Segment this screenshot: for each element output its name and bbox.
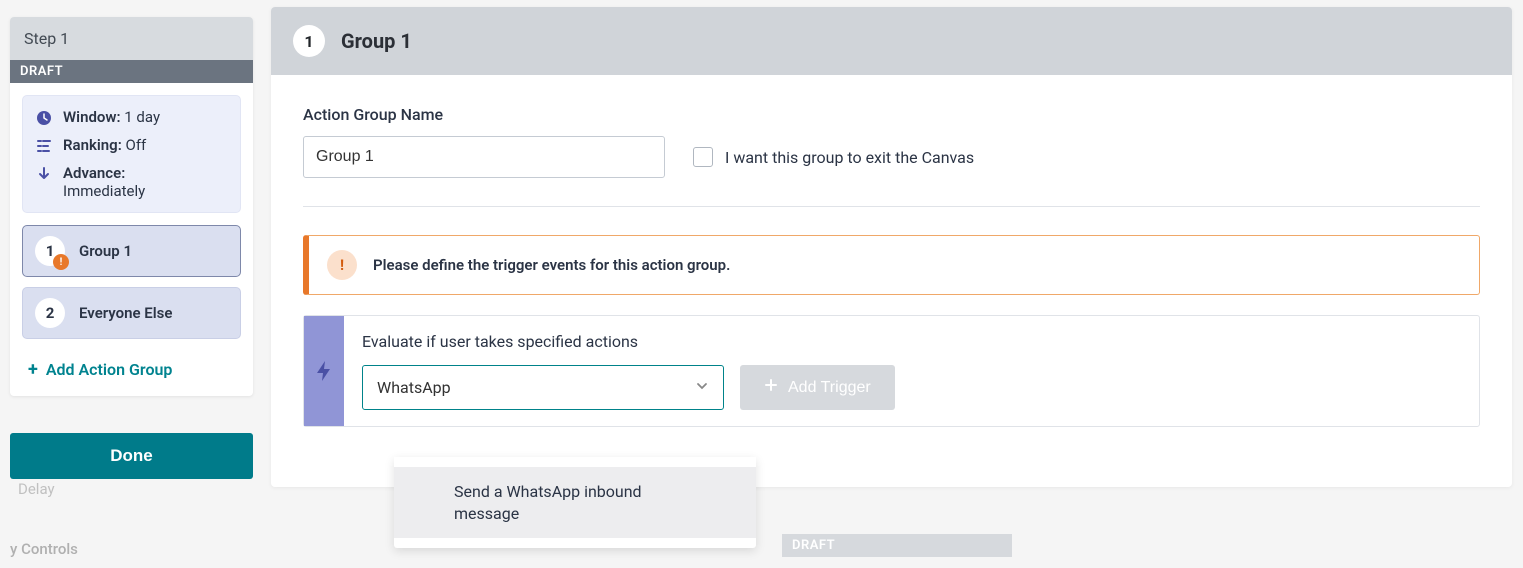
window-row: Window: 1 day: [35, 108, 228, 126]
advance-row: Advance:Immediately: [35, 164, 228, 200]
done-button[interactable]: Done: [10, 433, 253, 479]
group-badge: 2: [35, 298, 65, 328]
trigger-select[interactable]: WhatsApp: [362, 365, 724, 410]
group-label: Everyone Else: [79, 304, 172, 322]
exit-canvas-checkbox-wrap[interactable]: I want this group to exit the Canvas: [693, 147, 974, 167]
background-controls-text: y Controls: [10, 540, 78, 558]
step-header[interactable]: Step 1: [10, 17, 253, 60]
group-badge: 1 !: [35, 236, 65, 266]
warning-text: Please define the trigger events for thi…: [373, 256, 730, 274]
plus-icon: [764, 378, 778, 397]
action-group-name-label: Action Group Name: [303, 105, 1480, 124]
main-header: 1 Group 1: [271, 7, 1512, 75]
ranking-row: Ranking: Off: [35, 136, 228, 154]
trigger-dropdown: Send a WhatsApp inbound message: [394, 457, 756, 548]
bottom-draft-badge: DRAFT: [782, 534, 1012, 557]
warning-bar: ! Please define the trigger events for t…: [303, 235, 1480, 295]
action-group-name-input[interactable]: [303, 136, 665, 178]
group-item-2[interactable]: 2 Everyone Else: [22, 287, 241, 339]
background-delay-text: Delay: [18, 480, 55, 498]
warning-icon: !: [327, 250, 357, 280]
dropdown-option[interactable]: Send a WhatsApp inbound message: [394, 467, 756, 538]
group-item-1[interactable]: 1 ! Group 1: [22, 225, 241, 277]
exit-canvas-label: I want this group to exit the Canvas: [725, 148, 974, 167]
step-info-card: Window: 1 day Ranking: Off Advance:Immed…: [22, 95, 241, 213]
trigger-side-bar: [304, 316, 344, 426]
trigger-box: Evaluate if user takes specified actions…: [303, 315, 1480, 427]
main-panel: 1 Group 1 Action Group Name I want this …: [271, 7, 1512, 487]
step-sidebar: Step 1 DRAFT Window: 1 day Ranking: Off …: [10, 17, 253, 396]
add-action-group-button[interactable]: + Add Action Group: [10, 349, 253, 396]
clock-icon: [35, 110, 53, 126]
divider: [303, 206, 1480, 207]
chevron-down-icon: [695, 378, 709, 397]
header-title: Group 1: [341, 29, 412, 53]
alert-icon: !: [53, 254, 69, 270]
arrow-down-icon: [35, 166, 53, 182]
group-label: Group 1: [79, 242, 132, 260]
bolt-icon: [315, 360, 333, 382]
draft-badge: DRAFT: [10, 60, 253, 83]
add-trigger-button[interactable]: Add Trigger: [740, 365, 895, 410]
trigger-label: Evaluate if user takes specified actions: [362, 332, 1461, 351]
header-number-badge: 1: [293, 25, 325, 57]
ranking-icon: [35, 138, 53, 154]
plus-icon: +: [28, 359, 38, 380]
checkbox-icon[interactable]: [693, 147, 713, 167]
